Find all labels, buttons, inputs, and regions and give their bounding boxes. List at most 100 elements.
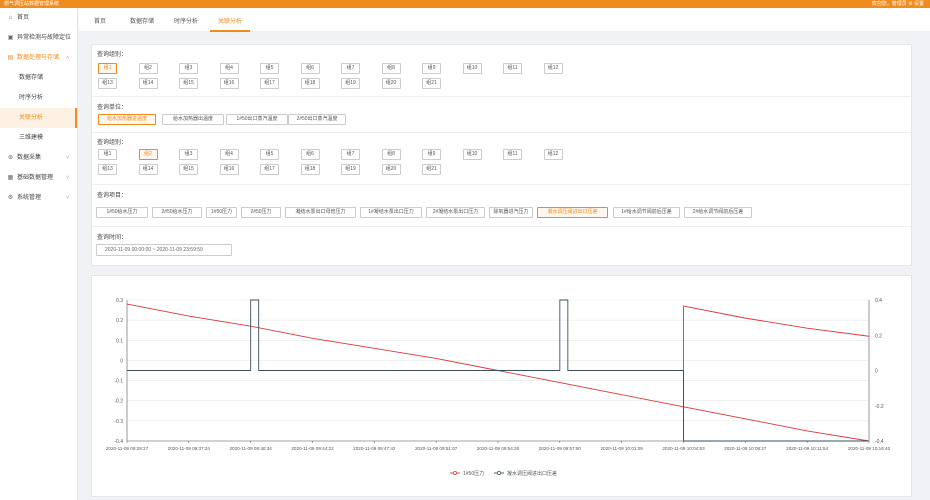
item-label: 查询项目：: [97, 193, 128, 199]
item-chip[interactable]: 1#凝结水泵出口压力: [360, 207, 422, 218]
option-chip[interactable]: 组3: [179, 149, 198, 160]
option-chip[interactable]: 组4: [219, 63, 239, 74]
app-title: 燃气调压站数据管理系统: [4, 1, 60, 7]
option-chip[interactable]: 组5: [260, 149, 279, 160]
unit-chip[interactable]: 给水加热器出温度: [162, 114, 224, 125]
x-tick-label: 2020-11-09 09:40:34: [230, 446, 273, 451]
sidebar-subitem-3[interactable]: 关联分析: [0, 108, 77, 128]
unit-chip[interactable]: 1#50出口蒸汽温度: [226, 114, 288, 125]
option-chip[interactable]: 组21: [422, 77, 441, 89]
item-chip[interactable]: 2#50给水压力: [152, 207, 202, 218]
sidebar-subitem-1[interactable]: 数据存储: [0, 68, 77, 88]
option-chip[interactable]: 组20: [381, 77, 401, 89]
x-tick-label: 2020-11-09 10:16:40: [848, 446, 891, 451]
option-chip[interactable]: 组11: [503, 149, 522, 160]
item-chip[interactable]: 2#50压力: [241, 207, 281, 218]
option-chip[interactable]: 组13: [98, 163, 117, 175]
option-chip[interactable]: 组7: [341, 149, 360, 160]
item-chip[interactable]: 1#给水调节阀前后压差: [613, 207, 680, 218]
option-chip[interactable]: 组12: [543, 63, 563, 74]
legend-label-1[interactable]: 1#50压力: [463, 470, 484, 477]
sidebar-subitem-4[interactable]: 三维建模: [0, 128, 77, 148]
option-chip[interactable]: 组13: [98, 77, 117, 89]
tab-3[interactable]: 时序分析: [171, 14, 201, 32]
option-chip[interactable]: 组15: [179, 163, 198, 175]
option-chip[interactable]: 组19: [341, 163, 360, 175]
x-tick-label: 2020-11-09 09:44:22: [291, 446, 334, 451]
sidebar-item-2[interactable]: ▣ 异常检测与故障定位: [0, 28, 77, 48]
option-chip[interactable]: 组8: [381, 63, 401, 74]
option-chip[interactable]: 组12: [543, 149, 563, 160]
chevron-up-icon: ˄: [66, 55, 69, 61]
date-range-input[interactable]: 2020-11-09 00:00:00 ~ 2020-11-09 23:59:5…: [96, 244, 232, 256]
legend-marker-2: [497, 471, 501, 475]
y-left-tick: -0.4: [114, 439, 123, 445]
unit-chip[interactable]: 给水加热器进温度: [98, 114, 156, 125]
option-chip[interactable]: 组1: [98, 149, 117, 160]
y-left-tick: -0.1: [114, 379, 123, 385]
item-chip[interactable]: 2#凝结水泵出口压力: [426, 207, 485, 218]
x-tick-label: 2020-11-09 09:47:42: [353, 446, 396, 451]
item-chip[interactable]: 凝水调压阀进出口压差: [537, 207, 608, 218]
sidebar-item-1[interactable]: ⌂ 首页: [0, 8, 77, 28]
option-chip[interactable]: 组9: [422, 63, 441, 74]
tab-2[interactable]: 数据存储: [125, 14, 159, 32]
chart-panel: 0.3 0.2 0.1 0 -0.1 -0.2 -0.3 -0.4 0.4 0.2 0 -0.2 -0.…: [91, 275, 912, 497]
sidebar-item-label: 基础数据管理: [17, 175, 54, 181]
option-chip[interactable]: 组3: [179, 63, 198, 74]
option-chip[interactable]: 组5: [260, 63, 279, 74]
sidebar-item-label: 数据处理与存储: [17, 55, 60, 61]
user-menu[interactable]: 欢迎您，管理员 ⚙ 设置: [872, 0, 924, 8]
option-chip[interactable]: 组8: [381, 149, 401, 160]
option-chip[interactable]: 组2: [138, 63, 158, 74]
time-section: 查询时间： 2020-11-09 00:00:00 ~ 2020-11-09 2…: [92, 227, 911, 265]
chevron-down-icon: ˅: [66, 175, 69, 181]
option-chip[interactable]: 组11: [503, 63, 522, 74]
option-chip[interactable]: 组1: [98, 63, 117, 74]
option-chip[interactable]: 组21: [422, 163, 441, 175]
option-chip[interactable]: 组17: [260, 77, 279, 89]
option-chip[interactable]: 组6: [300, 63, 320, 74]
option-chip[interactable]: 组18: [300, 77, 320, 89]
option-chip[interactable]: 组15: [179, 77, 198, 89]
sidebar-item-6[interactable]: ⚙ 系统管理 ˅: [0, 188, 77, 208]
sidebar-subitem-2[interactable]: 时序分析: [0, 88, 77, 108]
option-chip[interactable]: 组20: [381, 163, 401, 175]
option-chip[interactable]: 组14: [138, 77, 158, 89]
item-chip[interactable]: 2#给水调节阀前后压差: [684, 207, 752, 218]
option-chip[interactable]: 组9: [422, 149, 441, 160]
y-left-tick: 0: [120, 358, 123, 364]
y-left-tick: 0.1: [116, 338, 123, 344]
unit-label: 查询单位：: [97, 105, 128, 111]
sidebar-item-label: 系统管理: [17, 195, 42, 201]
option-chip[interactable]: 组17: [260, 163, 279, 175]
x-tick-label: 2020-11-09 10:11:54: [786, 446, 828, 451]
option-chip[interactable]: 组16: [219, 163, 239, 175]
item-chip[interactable]: 凝结水泵出口母管压力: [285, 207, 356, 218]
option-chip[interactable]: 组4: [219, 149, 239, 160]
option-chip[interactable]: 组6: [300, 149, 320, 160]
option-chip[interactable]: 组10: [462, 63, 482, 74]
y-right-tick: -0.4: [875, 439, 884, 445]
item-chip[interactable]: 1#50压力: [206, 207, 237, 218]
unit-chip[interactable]: 2#50出口蒸汽温度: [288, 114, 346, 125]
legend-label-2[interactable]: 凝水调压阀进出口压差: [507, 470, 557, 477]
option-chip[interactable]: 组10: [462, 149, 482, 160]
item-chip[interactable]: 1#50给水压力: [96, 207, 148, 218]
option-chip[interactable]: 组2: [138, 149, 158, 160]
tab-1[interactable]: 首页: [89, 14, 111, 32]
option-chip[interactable]: 组18: [300, 163, 320, 175]
y-right-tick: 0.4: [875, 298, 882, 304]
item-chip[interactable]: 除氧器进汽压力: [489, 207, 533, 218]
sidebar-item-5[interactable]: ▦ 基础数据管理 ˅: [0, 168, 77, 188]
x-tick-label: 2020-11-09 10:04:53: [662, 446, 705, 451]
option-chip[interactable]: 组7: [341, 63, 360, 74]
option-chip[interactable]: 组19: [341, 77, 360, 89]
sidebar-item-4[interactable]: ⊛ 数据采集 ˅: [0, 148, 77, 168]
option-chip[interactable]: 组14: [138, 163, 158, 175]
option-chip[interactable]: 组16: [219, 77, 239, 89]
system-settings-icon: ⚙: [7, 195, 14, 201]
sidebar-item-3[interactable]: ▤ 数据处理与存储 ˄: [0, 48, 77, 68]
tab-4[interactable]: 关联分析: [210, 14, 250, 32]
alarm-locate-icon: ▣: [7, 35, 14, 41]
